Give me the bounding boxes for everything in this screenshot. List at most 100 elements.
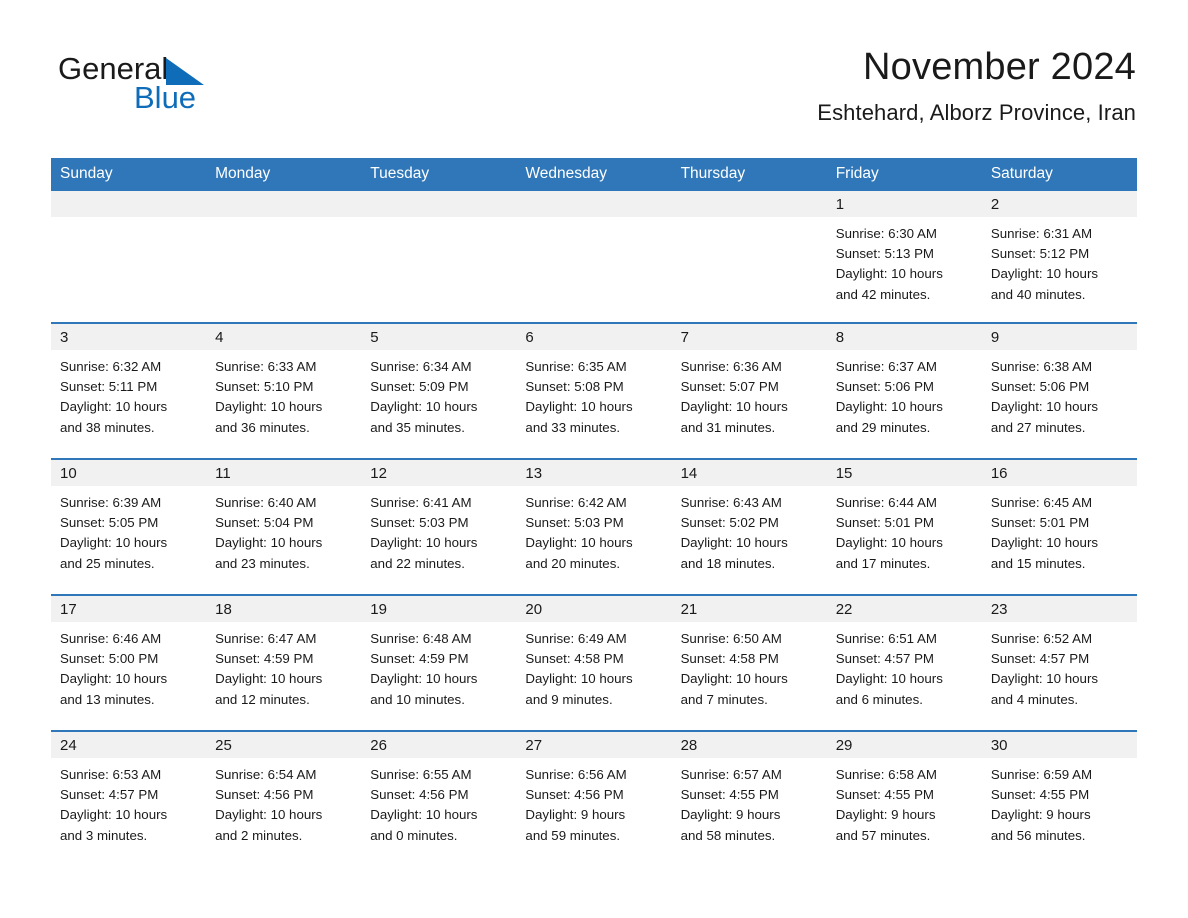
- day-details: Sunrise: 6:47 AM Sunset: 4:59 PM Dayligh…: [206, 622, 361, 730]
- day-cell[interactable]: [206, 191, 362, 322]
- daylight-text-line1: Daylight: 10 hours: [990, 535, 1099, 551]
- day-cell[interactable]: 5 Sunrise: 6:34 AM Sunset: 5:09 PM Dayli…: [361, 324, 517, 458]
- day-cell[interactable]: 14 Sunrise: 6:43 AM Sunset: 5:02 PM Dayl…: [671, 460, 827, 594]
- day-cell[interactable]: 2 Sunrise: 6:31 AM Sunset: 5:12 PM Dayli…: [981, 191, 1137, 322]
- daylight-text-line2: and 40 minutes.: [990, 286, 1086, 302]
- weekday-header-tuesday: Tuesday: [370, 165, 430, 182]
- sunset-text: Sunset: 4:59 PM: [370, 651, 469, 667]
- day-cell[interactable]: [671, 191, 827, 322]
- day-details: Sunrise: 6:57 AM Sunset: 4:55 PM Dayligh…: [672, 758, 827, 866]
- day-cell[interactable]: 7 Sunrise: 6:36 AM Sunset: 5:07 PM Dayli…: [671, 324, 827, 458]
- daylight-text-line1: Daylight: 10 hours: [835, 266, 943, 282]
- day-details: Sunrise: 6:41 AM Sunset: 5:03 PM Dayligh…: [361, 486, 516, 594]
- day-cell[interactable]: 24 Sunrise: 6:53 AM Sunset: 4:57 PM Dayl…: [51, 732, 207, 866]
- day-details: Sunrise: 6:30 AM Sunset: 5:13 PM Dayligh…: [827, 217, 982, 322]
- sunrise-text: Sunrise: 6:48 AM: [370, 631, 472, 646]
- daylight-text-line2: and 59 minutes.: [525, 827, 621, 843]
- sunset-text: Sunset: 5:06 PM: [835, 379, 935, 395]
- day-cell[interactable]: 10 Sunrise: 6:39 AM Sunset: 5:05 PM Dayl…: [51, 460, 207, 594]
- sunrise-text: Sunrise: 6:39 AM: [60, 495, 162, 510]
- daylight-text-line1: Daylight: 10 hours: [60, 671, 168, 687]
- sunrise-text: Sunrise: 6:54 AM: [215, 767, 317, 782]
- sunset-text: Sunset: 5:08 PM: [525, 379, 624, 395]
- day-cell[interactable]: 16 Sunrise: 6:45 AM Sunset: 5:01 PM Dayl…: [981, 460, 1137, 594]
- weekday-header-sunday: Sunday: [60, 165, 113, 182]
- day-number: 30: [981, 732, 1137, 758]
- week-row: 3 Sunrise: 6:32 AM Sunset: 5:11 PM Dayli…: [51, 322, 1137, 458]
- sunrise-text: Sunrise: 6:55 AM: [370, 767, 472, 782]
- daylight-text-line2: and 10 minutes.: [370, 691, 465, 707]
- day-number: 8: [826, 324, 982, 350]
- day-details: [361, 217, 516, 322]
- day-cell[interactable]: 17 Sunrise: 6:46 AM Sunset: 5:00 PM Dayl…: [51, 596, 207, 730]
- day-cell[interactable]: 8 Sunrise: 6:37 AM Sunset: 5:06 PM Dayli…: [826, 324, 982, 458]
- day-cell[interactable]: 30 Sunrise: 6:59 AM Sunset: 4:55 PM Dayl…: [981, 732, 1137, 866]
- day-cell[interactable]: 23 Sunrise: 6:52 AM Sunset: 4:57 PM Dayl…: [981, 596, 1137, 730]
- day-details: Sunrise: 6:40 AM Sunset: 5:04 PM Dayligh…: [206, 486, 361, 594]
- day-number: 7: [671, 324, 827, 350]
- sunrise-text: Sunrise: 6:31 AM: [990, 226, 1093, 241]
- day-number: 28: [671, 732, 827, 758]
- sunset-text: Sunset: 4:56 PM: [215, 787, 314, 803]
- day-cell[interactable]: 18 Sunrise: 6:47 AM Sunset: 4:59 PM Dayl…: [206, 596, 362, 730]
- day-cell[interactable]: [516, 191, 672, 322]
- day-cell[interactable]: 15 Sunrise: 6:44 AM Sunset: 5:01 PM Dayl…: [826, 460, 982, 594]
- day-number: 29: [826, 732, 982, 758]
- sunset-text: Sunset: 4:57 PM: [990, 651, 1090, 667]
- day-number: 2: [981, 191, 1137, 217]
- day-details: Sunrise: 6:43 AM Sunset: 5:02 PM Dayligh…: [672, 486, 827, 594]
- day-cell[interactable]: 26 Sunrise: 6:55 AM Sunset: 4:56 PM Dayl…: [361, 732, 517, 866]
- day-number: 9: [981, 324, 1137, 350]
- sunset-text: Sunset: 5:07 PM: [680, 379, 779, 395]
- day-cell[interactable]: [51, 191, 207, 322]
- daylight-text-line1: Daylight: 10 hours: [680, 399, 788, 415]
- daylight-text-line2: and 17 minutes.: [835, 555, 931, 571]
- day-cell[interactable]: 19 Sunrise: 6:48 AM Sunset: 4:59 PM Dayl…: [361, 596, 517, 730]
- day-details: Sunrise: 6:49 AM Sunset: 4:58 PM Dayligh…: [516, 622, 671, 730]
- daylight-text-line1: Daylight: 10 hours: [680, 535, 788, 551]
- day-cell[interactable]: 4 Sunrise: 6:33 AM Sunset: 5:10 PM Dayli…: [206, 324, 362, 458]
- day-number: 25: [206, 732, 362, 758]
- day-cell[interactable]: 27 Sunrise: 6:56 AM Sunset: 4:56 PM Dayl…: [516, 732, 672, 866]
- sunrise-text: Sunrise: 6:36 AM: [680, 359, 782, 374]
- day-number: 19: [361, 596, 517, 622]
- day-number: 27: [516, 732, 672, 758]
- sunset-text: Sunset: 4:55 PM: [835, 787, 935, 803]
- daylight-text-line2: and 25 minutes.: [60, 555, 155, 571]
- day-details: Sunrise: 6:38 AM Sunset: 5:06 PM Dayligh…: [982, 350, 1137, 458]
- day-number: 11: [206, 460, 362, 486]
- day-cell[interactable]: 20 Sunrise: 6:49 AM Sunset: 4:58 PM Dayl…: [516, 596, 672, 730]
- generalblue-logo[interactable]: General Blue: [58, 52, 318, 122]
- day-cell[interactable]: 29 Sunrise: 6:58 AM Sunset: 4:55 PM Dayl…: [826, 732, 982, 866]
- daylight-text-line1: Daylight: 10 hours: [525, 399, 633, 415]
- day-cell[interactable]: 11 Sunrise: 6:40 AM Sunset: 5:04 PM Dayl…: [206, 460, 362, 594]
- sunset-text: Sunset: 4:58 PM: [525, 651, 624, 667]
- daylight-text-line2: and 15 minutes.: [990, 555, 1086, 571]
- day-number: [671, 191, 827, 217]
- sunset-text: Sunset: 4:56 PM: [525, 787, 624, 803]
- sunrise-text: Sunrise: 6:30 AM: [835, 226, 937, 241]
- daylight-text-line2: and 13 minutes.: [60, 691, 155, 707]
- weekday-header-thursday: Thursday: [680, 165, 746, 182]
- sunset-text: Sunset: 5:01 PM: [990, 515, 1090, 531]
- daylight-text-line2: and 29 minutes.: [835, 419, 931, 435]
- day-cell[interactable]: 9 Sunrise: 6:38 AM Sunset: 5:06 PM Dayli…: [981, 324, 1137, 458]
- day-cell[interactable]: 21 Sunrise: 6:50 AM Sunset: 4:58 PM Dayl…: [671, 596, 827, 730]
- day-cell[interactable]: 25 Sunrise: 6:54 AM Sunset: 4:56 PM Dayl…: [206, 732, 362, 866]
- day-cell[interactable]: 12 Sunrise: 6:41 AM Sunset: 5:03 PM Dayl…: [361, 460, 517, 594]
- sunset-text: Sunset: 4:57 PM: [60, 787, 159, 803]
- day-cell[interactable]: 13 Sunrise: 6:42 AM Sunset: 5:03 PM Dayl…: [516, 460, 672, 594]
- sunrise-text: Sunrise: 6:38 AM: [990, 359, 1093, 374]
- day-cell[interactable]: 3 Sunrise: 6:32 AM Sunset: 5:11 PM Dayli…: [51, 324, 207, 458]
- daylight-text-line1: Daylight: 10 hours: [370, 807, 478, 823]
- day-details: Sunrise: 6:50 AM Sunset: 4:58 PM Dayligh…: [672, 622, 827, 730]
- day-cell[interactable]: 28 Sunrise: 6:57 AM Sunset: 4:55 PM Dayl…: [671, 732, 827, 866]
- daylight-text-line2: and 36 minutes.: [215, 419, 310, 435]
- day-number: 5: [361, 324, 517, 350]
- day-cell[interactable]: [361, 191, 517, 322]
- day-cell[interactable]: 1 Sunrise: 6:30 AM Sunset: 5:13 PM Dayli…: [826, 191, 982, 322]
- daylight-text-line1: Daylight: 10 hours: [525, 671, 633, 687]
- day-cell[interactable]: 22 Sunrise: 6:51 AM Sunset: 4:57 PM Dayl…: [826, 596, 982, 730]
- day-number: 24: [51, 732, 207, 758]
- day-cell[interactable]: 6 Sunrise: 6:35 AM Sunset: 5:08 PM Dayli…: [516, 324, 672, 458]
